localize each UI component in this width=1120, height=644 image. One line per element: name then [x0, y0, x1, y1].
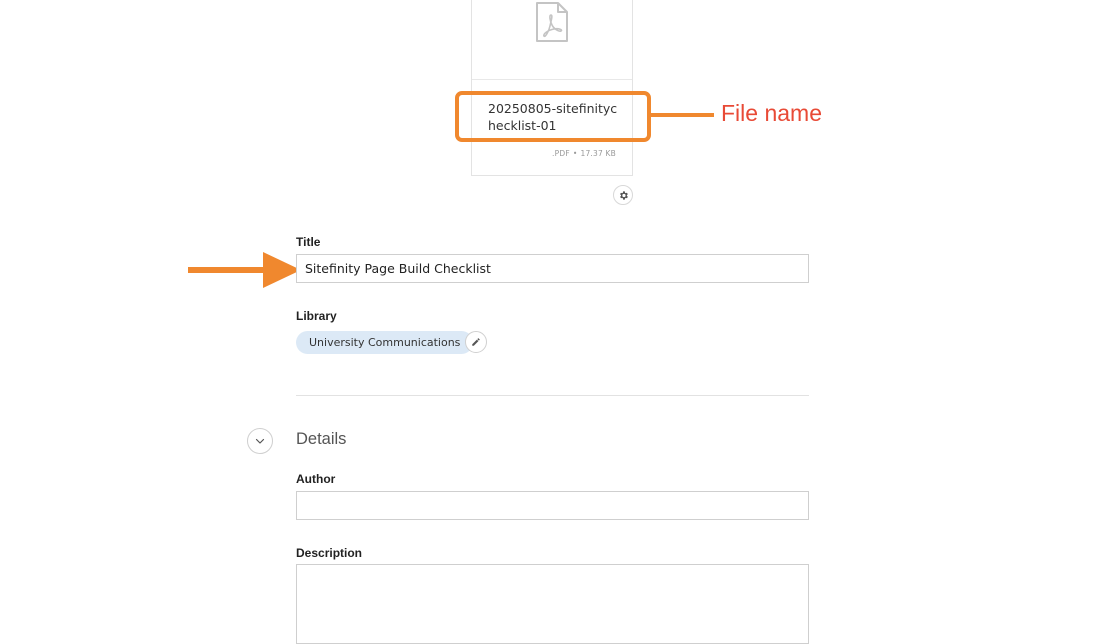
file-meta: .PDF • 17.37 KB	[552, 149, 616, 158]
file-thumbnail	[472, 0, 632, 80]
author-input[interactable]	[296, 491, 809, 520]
file-extension: .PDF	[552, 149, 570, 158]
gear-icon	[619, 190, 628, 200]
description-label: Description	[296, 546, 363, 560]
pdf-file-icon	[536, 2, 568, 42]
title-label: Title	[296, 235, 321, 249]
edit-library-button[interactable]	[465, 331, 487, 353]
author-label: Author	[296, 472, 336, 486]
pencil-icon	[472, 338, 480, 346]
annotation-arrow-icon	[188, 252, 301, 288]
file-name-highlight-box	[455, 91, 651, 142]
library-chip: University Communications	[296, 331, 474, 354]
file-size: 17.37 KB	[580, 149, 616, 158]
description-textarea[interactable]	[296, 564, 809, 644]
title-input[interactable]	[296, 254, 809, 283]
callout-connector-line	[651, 113, 714, 117]
file-card: 20250805-sitefinitychecklist-01 .PDF • 17.…	[471, 0, 633, 176]
section-divider	[296, 395, 809, 396]
details-heading: Details	[296, 430, 347, 448]
file-settings-button[interactable]	[613, 185, 633, 205]
library-label: Library	[296, 309, 337, 323]
file-name-annotation-label: File name	[721, 100, 822, 126]
chevron-down-icon	[255, 438, 265, 444]
details-toggle-button[interactable]	[247, 428, 273, 454]
meta-separator: •	[572, 149, 578, 158]
